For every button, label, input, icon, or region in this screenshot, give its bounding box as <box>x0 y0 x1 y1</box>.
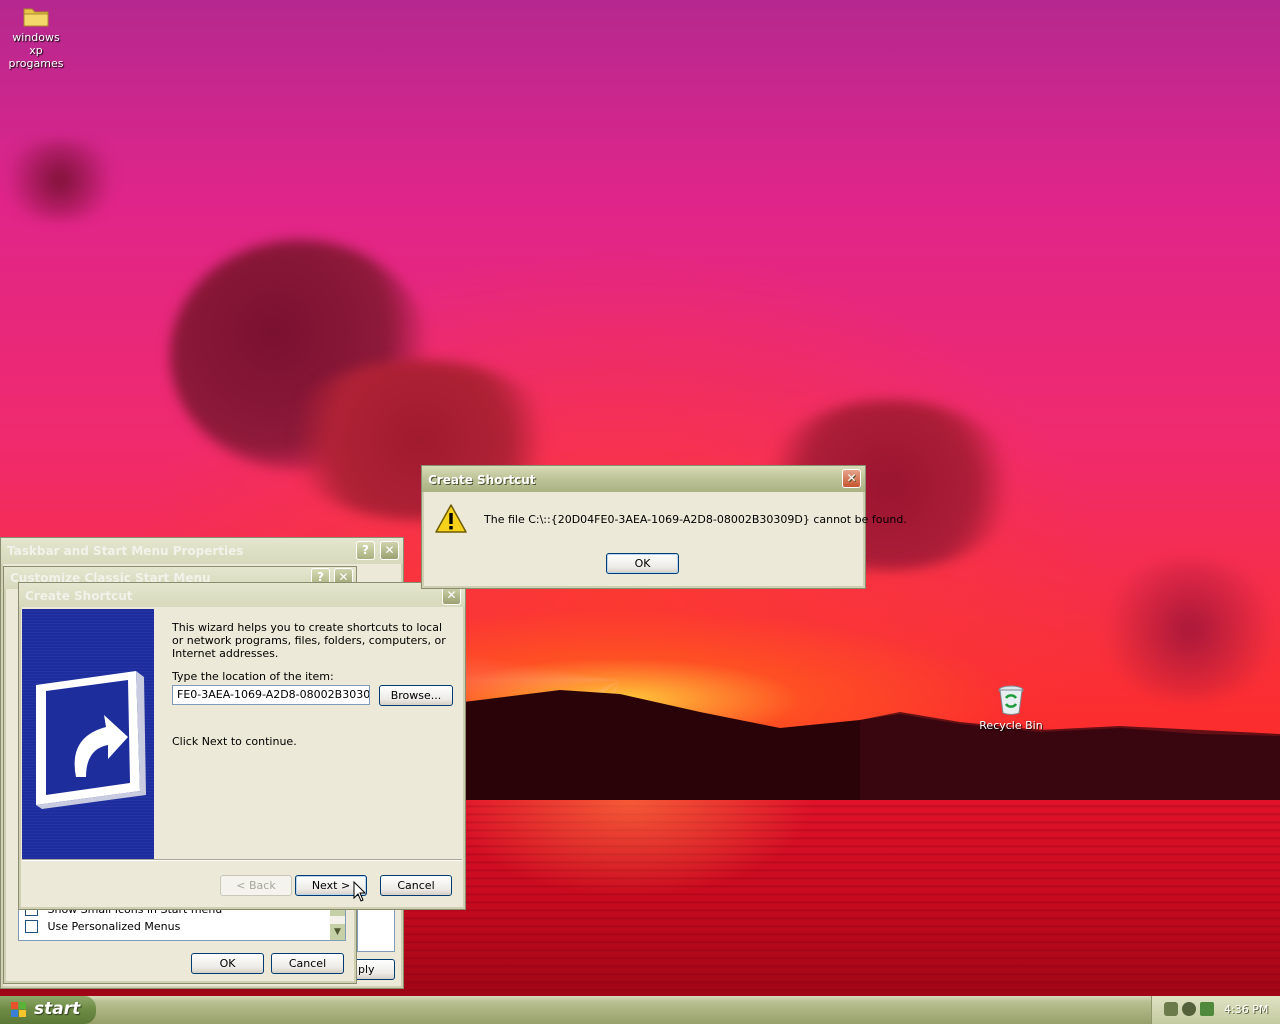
back-button[interactable]: < Back <box>220 875 292 896</box>
clock[interactable]: 4:36 PM <box>1224 1003 1268 1016</box>
windows-logo-icon <box>11 1002 26 1017</box>
wallpaper-water-glow <box>400 800 860 996</box>
location-input[interactable]: FE0-3AEA-1069-A2D8-08002B30309D} <box>172 685 370 705</box>
close-icon: ✕ <box>846 471 857 485</box>
tray-app-icon[interactable] <box>1200 1002 1214 1016</box>
start-button[interactable]: start <box>0 996 96 1024</box>
window-title: Create Shortcut <box>25 589 133 603</box>
wizard-divider <box>22 859 462 861</box>
checkbox[interactable] <box>25 919 38 933</box>
desktop-icon-label: Recycle Bin <box>979 719 1043 732</box>
next-button-label: Next > <box>311 879 351 892</box>
error-message: The file C:\::{20D04FE0-3AEA-1069-A2D8-0… <box>484 513 907 526</box>
title-bar: Taskbar and Start Menu Properties ? ✕ <box>1 538 403 564</box>
ok-button-label: OK <box>634 557 651 570</box>
ok-button-label: OK <box>219 957 236 970</box>
cancel-button-label: Cancel <box>397 879 435 892</box>
close-button[interactable]: ✕ <box>842 469 861 488</box>
close-icon: ✕ <box>384 543 395 557</box>
taskbar: start 4:36 PM <box>0 996 1280 1024</box>
mouse-pointer-icon <box>353 881 367 902</box>
scroll-down-button[interactable]: ▼ <box>330 924 345 940</box>
help-button[interactable]: ? <box>356 541 375 560</box>
folder-icon <box>23 8 49 27</box>
wizard-banner <box>22 609 154 859</box>
apply-button-label: ply <box>358 963 375 976</box>
window-title: Create Shortcut <box>428 473 536 487</box>
cancel-button[interactable]: Cancel <box>271 953 344 974</box>
location-label: Type the location of the item: <box>172 670 334 683</box>
chevron-down-icon: ▼ <box>334 927 341 937</box>
ok-button[interactable]: OK <box>191 953 264 974</box>
cancel-button-label: Cancel <box>288 957 327 970</box>
title-bar: Create Shortcut ✕ <box>19 583 465 607</box>
close-button[interactable]: ✕ <box>380 541 399 560</box>
system-tray: 4:36 PM <box>1151 996 1280 1024</box>
option-label: Use Personalized Menus <box>47 919 181 933</box>
back-button-label: < Back <box>236 879 276 892</box>
browse-button[interactable]: Browse... <box>379 685 453 706</box>
desktop-icon-folder[interactable]: windows xp progames <box>4 4 68 70</box>
window-title: Taskbar and Start Menu Properties <box>7 544 244 558</box>
title-bar: Create Shortcut ✕ <box>422 466 865 492</box>
advanced-options-list[interactable]: Show Small Icons in Start menu Use Perso… <box>18 905 346 941</box>
list-item[interactable]: Use Personalized Menus <box>25 919 180 935</box>
start-label: start <box>34 999 81 1019</box>
shortcut-icon <box>36 671 146 809</box>
preview-box <box>357 908 395 952</box>
scrollbar[interactable]: ▼ <box>330 906 345 940</box>
warning-icon <box>435 504 467 533</box>
desktop-icon-label: windows xp progames <box>8 31 64 70</box>
cancel-button[interactable]: Cancel <box>380 875 452 896</box>
continue-text: Click Next to continue. <box>172 735 297 748</box>
error-dialog: Create Shortcut ✕ The file C:\::{20D04FE… <box>421 465 907 589</box>
apply-button[interactable]: ply <box>353 959 395 980</box>
network-icon[interactable] <box>1164 1002 1178 1016</box>
recycle-bin-icon <box>998 685 1024 715</box>
ok-button[interactable]: OK <box>606 553 679 574</box>
security-shield-icon[interactable] <box>1182 1002 1196 1016</box>
close-icon: ✕ <box>446 588 457 602</box>
create-shortcut-wizard: Create Shortcut ✕ This wizard helps you … <box>18 582 466 910</box>
location-input-value: FE0-3AEA-1069-A2D8-08002B30309D} <box>177 688 370 701</box>
desktop-icon-recycle-bin[interactable]: Recycle Bin <box>978 684 1044 732</box>
wizard-intro-text: This wizard helps you to create shortcut… <box>172 621 446 660</box>
browse-button-label: Browse... <box>390 689 442 702</box>
